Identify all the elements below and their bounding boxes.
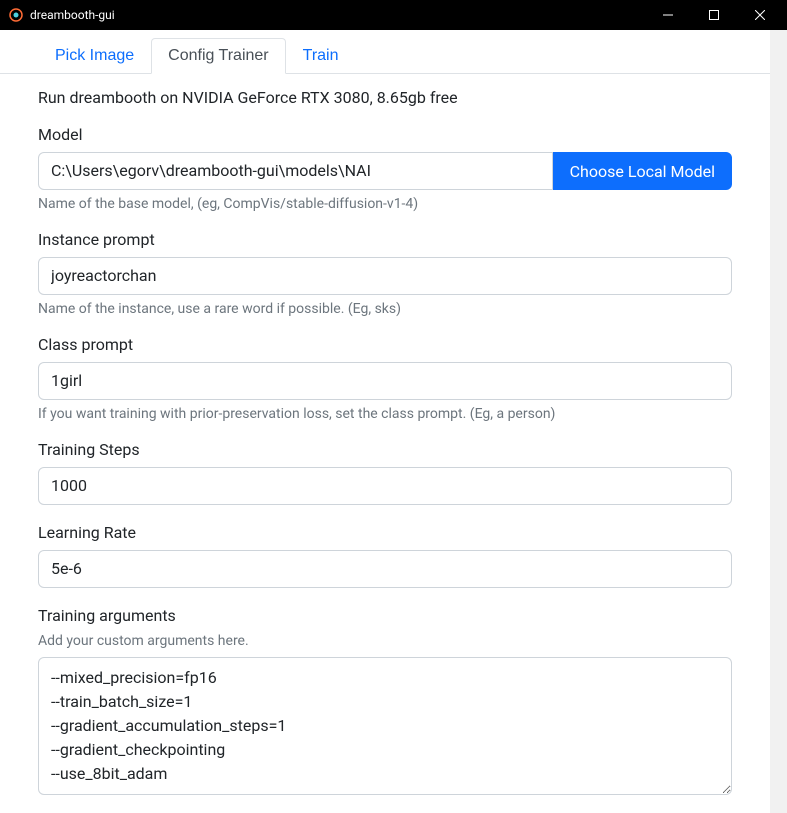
scrollbar-vertical[interactable] xyxy=(770,30,787,813)
minimize-button[interactable] xyxy=(645,0,691,30)
training-arguments-label: Training arguments xyxy=(38,606,732,625)
tab-config-trainer[interactable]: Config Trainer xyxy=(151,38,286,74)
class-prompt-help-text: If you want training with prior-preserva… xyxy=(38,406,732,422)
instance-prompt-label: Instance prompt xyxy=(38,230,732,249)
titlebar: dreambooth-gui xyxy=(0,0,787,30)
model-input[interactable] xyxy=(38,152,553,190)
window-title: dreambooth-gui xyxy=(30,8,645,22)
tab-panel: Run dreambooth on NVIDIA GeForce RTX 308… xyxy=(0,74,770,795)
training-arguments-group: Training arguments Add your custom argum… xyxy=(38,606,732,795)
tabs-nav: Pick Image Config Trainer Train xyxy=(0,30,770,74)
app-icon xyxy=(8,7,24,23)
model-help-text: Name of the base model, (eg, CompVis/sta… xyxy=(38,196,732,212)
tab-train[interactable]: Train xyxy=(286,38,356,74)
close-button[interactable] xyxy=(737,0,783,30)
model-group: Model Choose Local Model Name of the bas… xyxy=(38,125,732,212)
window-controls xyxy=(645,0,783,30)
instance-prompt-group: Instance prompt Name of the instance, us… xyxy=(38,230,732,317)
learning-rate-group: Learning Rate xyxy=(38,523,732,588)
maximize-button[interactable] xyxy=(691,0,737,30)
instance-prompt-help-text: Name of the instance, use a rare word if… xyxy=(38,301,732,317)
training-arguments-description: Add your custom arguments here. xyxy=(38,633,732,649)
training-steps-label: Training Steps xyxy=(38,440,732,459)
training-arguments-textarea[interactable] xyxy=(38,657,732,795)
class-prompt-label: Class prompt xyxy=(38,335,732,354)
choose-local-model-button[interactable]: Choose Local Model xyxy=(553,152,732,190)
class-prompt-group: Class prompt If you want training with p… xyxy=(38,335,732,422)
training-steps-input[interactable] xyxy=(38,467,732,505)
tab-pick-image[interactable]: Pick Image xyxy=(38,38,151,74)
main-content: Pick Image Config Trainer Train Run drea… xyxy=(0,30,770,813)
gpu-status-text: Run dreambooth on NVIDIA GeForce RTX 308… xyxy=(38,88,732,107)
learning-rate-label: Learning Rate xyxy=(38,523,732,542)
learning-rate-input[interactable] xyxy=(38,550,732,588)
training-steps-group: Training Steps xyxy=(38,440,732,505)
model-label: Model xyxy=(38,125,732,144)
instance-prompt-input[interactable] xyxy=(38,257,732,295)
class-prompt-input[interactable] xyxy=(38,362,732,400)
